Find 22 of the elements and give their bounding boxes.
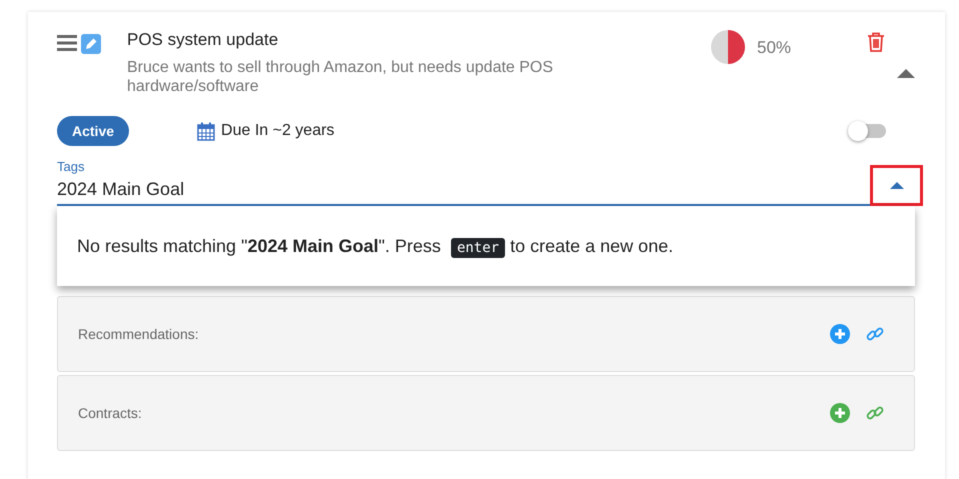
caret-icon — [890, 182, 904, 188]
trash-icon[interactable] — [867, 32, 885, 52]
menu-icon[interactable] — [57, 34, 77, 52]
section-label: Contracts: — [78, 405, 143, 421]
link-icon[interactable] — [866, 325, 884, 343]
goal-description: Bruce wants to sell through Amazon, but needs update POS hardware/software — [127, 58, 554, 96]
add-icon[interactable] — [830, 324, 850, 344]
edit-icon[interactable] — [81, 34, 101, 54]
link-icon[interactable] — [866, 404, 884, 422]
collapse-icon[interactable] — [897, 68, 915, 78]
no-results-message: No results matching "2024 Main Goal". Press enter to create a new one. — [77, 236, 674, 256]
dropdown-toggle[interactable] — [870, 164, 923, 206]
goal-title: POS system update — [127, 30, 280, 50]
section-label: Recommendations: — [78, 326, 200, 342]
due-date: Due In ~2 years — [221, 122, 334, 140]
add-icon[interactable] — [830, 403, 850, 423]
status-badge: Active — [57, 116, 130, 146]
progress-pie — [711, 30, 745, 64]
calendar-icon — [197, 122, 216, 140]
tags-input[interactable]: 2024 Main Goal — [57, 178, 870, 200]
tags-label: Tags — [57, 159, 86, 174]
progress-reading: 50% — [757, 38, 792, 58]
